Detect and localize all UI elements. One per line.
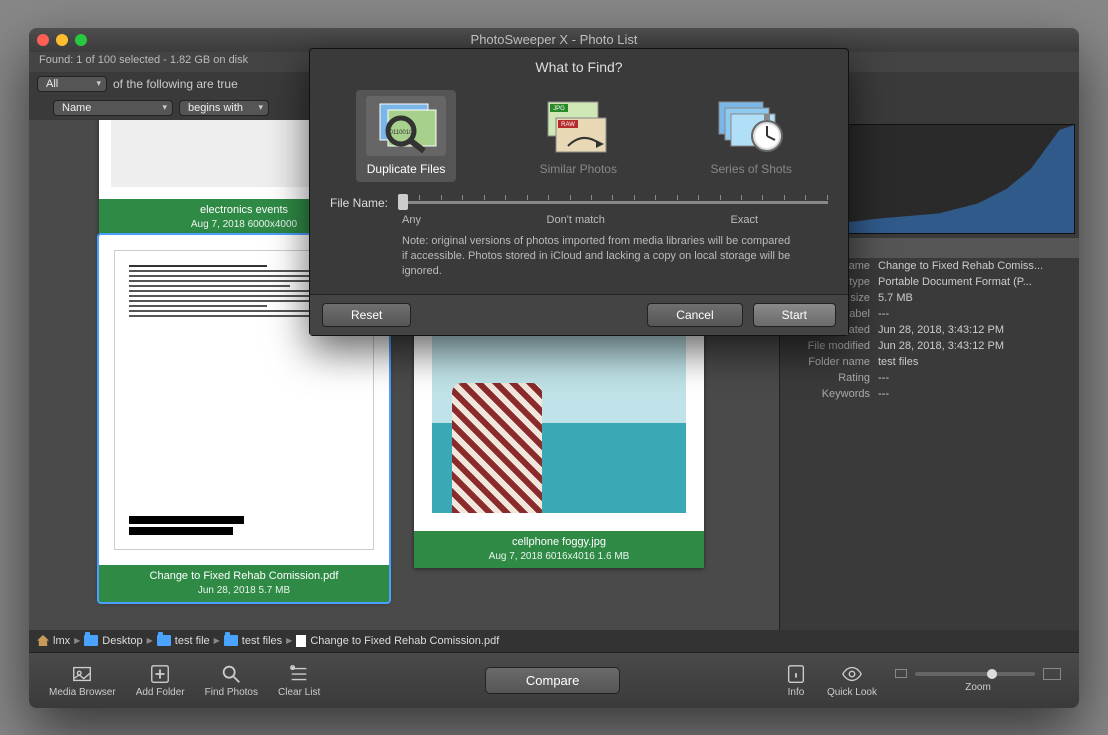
rule-field-select[interactable]: Name xyxy=(53,100,173,116)
compare-button[interactable]: Compare xyxy=(485,667,620,694)
metadata-key: Folder name xyxy=(788,356,878,368)
thumbnail-item[interactable]: cellphone foggy.jpg Aug 7, 2018 6016x401… xyxy=(414,315,704,568)
svg-text:JPG: JPG xyxy=(553,106,565,112)
similar-photos-icon: JPG RAW xyxy=(538,96,618,156)
eye-icon xyxy=(841,663,863,685)
chevron-right-icon: ▶ xyxy=(74,636,80,645)
folder-icon xyxy=(157,635,171,646)
metadata-key: Keywords xyxy=(788,388,878,400)
slider-mark-any: Any xyxy=(402,214,421,226)
thumb-meta: Aug 7, 2018 6016x4016 1.6 MB xyxy=(416,550,702,564)
tab-series-of-shots[interactable]: Series of Shots xyxy=(701,90,802,182)
info-icon xyxy=(785,663,807,685)
metadata-row: Keywords--- xyxy=(780,386,1079,402)
slider-mark-exact: Exact xyxy=(730,214,758,226)
rule-scope-text: of the following are true xyxy=(113,77,238,91)
breadcrumb-item[interactable]: test files xyxy=(224,635,282,647)
metadata-key: File modified xyxy=(788,340,878,352)
thumb-meta: Jun 28, 2018 5.7 MB xyxy=(101,584,387,598)
slider-mark-dont-match: Don't match xyxy=(547,214,605,226)
thumb-name: Change to Fixed Rehab Comission.pdf xyxy=(150,570,339,582)
zoom-max-icon[interactable] xyxy=(1043,668,1061,680)
rule-scope-select[interactable]: All xyxy=(37,76,107,92)
file-name-slider[interactable] xyxy=(398,201,828,204)
metadata-row: Folder nametest files xyxy=(780,354,1079,370)
close-window-button[interactable] xyxy=(37,34,49,46)
quick-look-button[interactable]: Quick Look xyxy=(817,663,887,698)
clear-list-button[interactable]: Clear List xyxy=(268,663,330,698)
what-to-find-dialog: What to Find? 0110010 Duplicate Files JP… xyxy=(309,48,849,336)
metadata-value: Portable Document Format (P... xyxy=(878,276,1071,288)
add-folder-button[interactable]: Add Folder xyxy=(126,663,195,698)
reset-button[interactable]: Reset xyxy=(322,303,411,327)
plus-icon xyxy=(149,663,171,685)
zoom-slider[interactable] xyxy=(915,672,1035,676)
find-photos-button[interactable]: Find Photos xyxy=(195,663,268,698)
chevron-right-icon: ▶ xyxy=(147,636,153,645)
home-icon xyxy=(37,635,49,646)
duplicate-files-icon: 0110010 xyxy=(366,96,446,156)
app-window: PhotoSweeper X - Photo List Found: 1 of … xyxy=(29,28,1079,708)
rule-op-select[interactable]: begins with xyxy=(179,100,269,116)
folder-icon xyxy=(224,635,238,646)
metadata-value: 5.7 MB xyxy=(878,292,1071,304)
breadcrumb-item[interactable]: Desktop xyxy=(84,635,142,647)
tab-similar-photos[interactable]: JPGRAW Similar Photos xyxy=(528,90,628,182)
thumb-name: electronics events xyxy=(200,204,288,216)
zoom-window-button[interactable] xyxy=(75,34,87,46)
zoom-label: Zoom xyxy=(965,682,991,693)
metadata-value: --- xyxy=(878,308,1071,320)
metadata-value: Jun 28, 2018, 3:43:12 PM xyxy=(878,340,1071,352)
tab-duplicate-files[interactable]: 0110010 Duplicate Files xyxy=(356,90,456,182)
start-button[interactable]: Start xyxy=(753,303,836,327)
media-browser-icon xyxy=(71,663,93,685)
folder-icon xyxy=(84,635,98,646)
search-icon xyxy=(220,663,242,685)
metadata-value: Jun 28, 2018, 3:43:12 PM xyxy=(878,324,1071,336)
slider-label: File Name: xyxy=(330,196,388,210)
metadata-value: Change to Fixed Rehab Comiss... xyxy=(878,260,1071,272)
metadata-value: --- xyxy=(878,388,1071,400)
chevron-right-icon: ▶ xyxy=(214,636,220,645)
toolbar: Media Browser Add Folder Find Photos Cle… xyxy=(29,652,1079,708)
thumb-name: cellphone foggy.jpg xyxy=(512,536,606,548)
metadata-row: File modifiedJun 28, 2018, 3:43:12 PM xyxy=(780,338,1079,354)
breadcrumb-item[interactable]: test file xyxy=(157,635,210,647)
media-browser-button[interactable]: Media Browser xyxy=(39,663,126,698)
minimize-window-button[interactable] xyxy=(56,34,68,46)
metadata-key: Rating xyxy=(788,372,878,384)
dialog-title: What to Find? xyxy=(310,49,848,85)
zoom-min-icon[interactable] xyxy=(895,669,907,678)
metadata-row: Rating--- xyxy=(780,370,1079,386)
info-button[interactable]: Info xyxy=(775,663,817,698)
svg-text:0110010: 0110010 xyxy=(390,130,414,136)
file-icon xyxy=(296,635,306,647)
breadcrumb-item[interactable]: Change to Fixed Rehab Comission.pdf xyxy=(296,635,499,647)
series-of-shots-icon xyxy=(711,96,791,156)
metadata-value: test files xyxy=(878,356,1071,368)
breadcrumb-item[interactable]: lmx xyxy=(37,635,70,647)
metadata-value: --- xyxy=(878,372,1071,384)
dialog-note: Note: original versions of photos import… xyxy=(310,234,848,294)
svg-text:RAW: RAW xyxy=(561,122,575,128)
breadcrumb: lmx ▶ Desktop ▶ test file ▶ test files ▶ Change … xyxy=(29,630,1079,652)
window-title: PhotoSweeper X - Photo List xyxy=(29,32,1079,47)
chevron-right-icon: ▶ xyxy=(286,636,292,645)
clear-list-icon xyxy=(288,663,310,685)
cancel-button[interactable]: Cancel xyxy=(647,303,742,327)
